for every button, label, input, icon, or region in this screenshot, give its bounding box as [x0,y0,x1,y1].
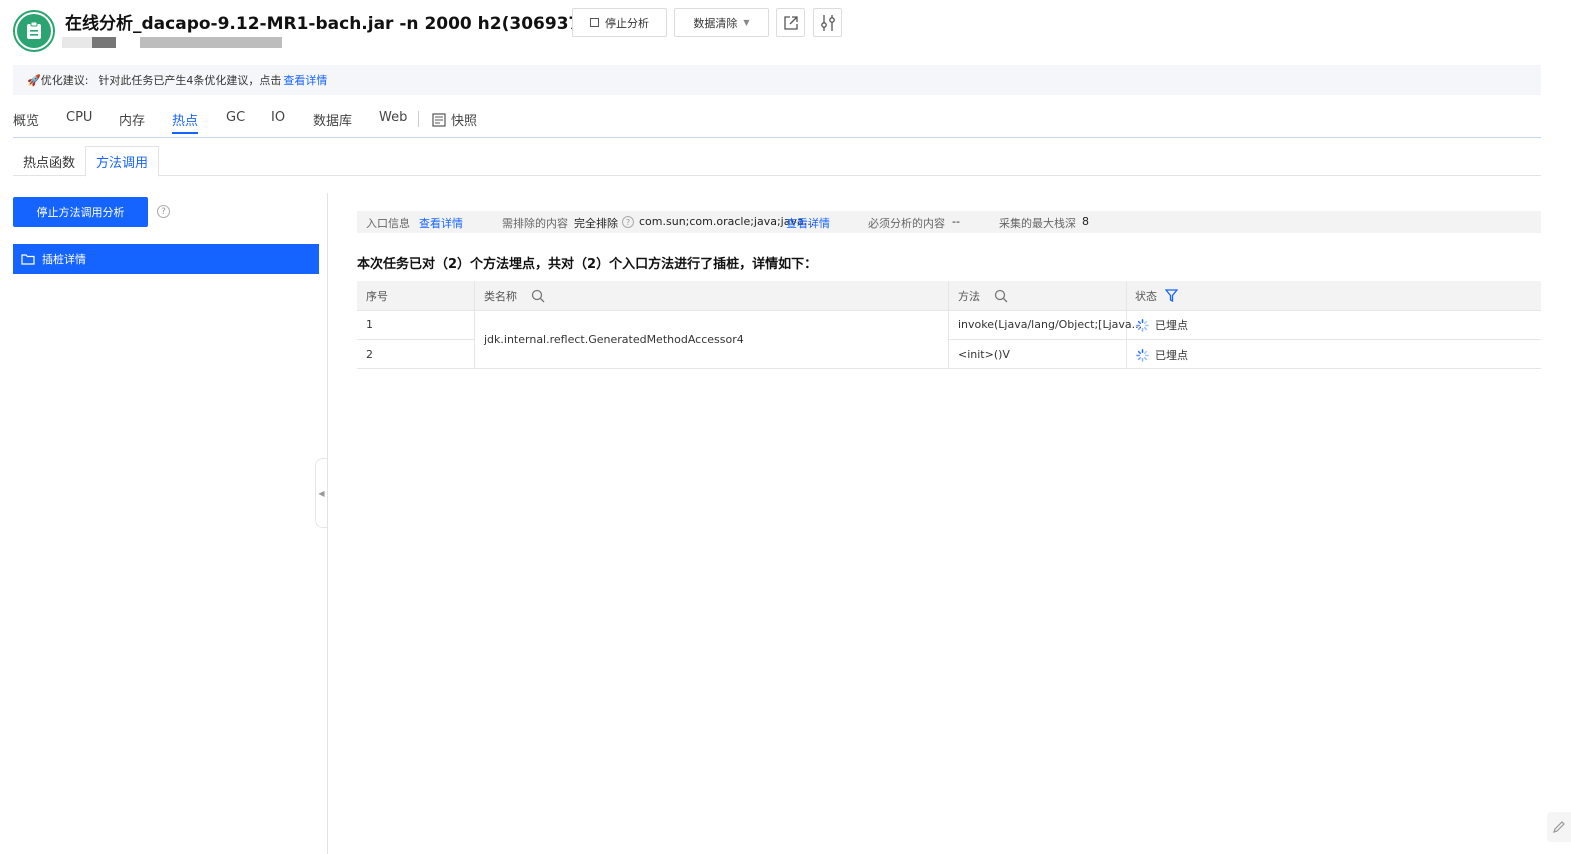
folder-icon [21,254,35,265]
status-cell: 已埋点 [1136,347,1188,363]
edit-icon [1553,821,1565,833]
advice-prefix: 🚀优化建议: [27,74,89,87]
snapshot-icon [432,112,446,127]
tab-snapshot[interactable]: 快照 [432,110,477,129]
sub-tabs: 热点函数 方法调用 [13,146,1541,177]
advice-text: 针对此任务已产生4条优化建议，点击 [98,74,282,87]
instrumentation-details-item[interactable]: 插桩详情 [13,244,319,274]
advice-details-link[interactable]: 查看详情 [283,72,327,88]
loading-spinner-icon [1136,348,1149,362]
optimization-advice-banner: 🚀优化建议: 针对此任务已产生4条优化建议，点击 查看详情 [13,65,1541,95]
table-header: 序号 类名称 方法 状态 [357,281,1541,310]
search-icon[interactable] [994,289,1008,303]
chevron-down-icon: ▼ [743,18,750,27]
settings-sliders-icon [820,14,835,31]
tab-divider [418,111,419,127]
tab-web[interactable]: Web [379,110,407,125]
exclude-mode: 完全排除 [574,217,618,230]
external-link-button[interactable] [776,8,805,37]
column-divider [948,281,949,369]
main-tabs: 概览 CPU 内存 热点 GC IO 数据库 Web 快照 [13,108,1541,138]
header-method: 方法 [958,281,1008,310]
collapse-panel-handle[interactable]: ◀ [315,458,327,528]
method-cell: invoke(Ljava/lang/Object;[Ljava... [958,318,1143,331]
row-divider [357,310,1541,311]
tab-memory[interactable]: 内存 [119,110,145,129]
tab-io[interactable]: IO [271,110,285,125]
status-cell: 已埋点 [1136,317,1188,333]
task-icon [17,14,51,48]
row-divider [948,339,1541,340]
tab-gc[interactable]: GC [226,110,245,125]
class-name-cell: jdk.internal.reflect.GeneratedMethodAcce… [484,333,744,346]
row-divider [357,339,474,340]
entry-info-label: 入口信息 [366,217,410,230]
tab-cpu[interactable]: CPU [66,110,92,125]
tab-database[interactable]: 数据库 [313,110,352,129]
analysis-info-bar: 入口信息 查看详情 需排除的内容 完全排除 ? com.sun;com.orac… [357,211,1541,233]
method-cell: <init>()V [958,348,1010,361]
header-class: 类名称 [484,281,545,310]
page-title: 在线分析_dacapo-9.12-MR1-bach.jar -n 2000 h2… [65,14,600,34]
settings-button[interactable] [813,8,842,37]
search-icon[interactable] [531,289,545,303]
required-label: 必须分析的内容 [868,217,945,230]
stop-method-analysis-button[interactable]: 停止方法调用分析 [13,197,148,227]
redacted-subtitle [92,37,116,48]
exclude-details-link[interactable]: 查看详情 [786,215,830,231]
panel-divider [327,193,328,854]
external-link-icon [783,15,798,30]
tab-overview[interactable]: 概览 [13,110,39,129]
redacted-subtitle [140,37,282,48]
chevron-left-icon: ◀ [318,488,325,498]
clear-data-dropdown[interactable]: 数据清除 ▼ [674,8,769,37]
header-index: 序号 [366,289,388,303]
stop-icon [590,18,599,27]
app-logo [13,10,55,52]
feedback-button[interactable] [1547,812,1571,842]
stack-depth-label: 采集的最大栈深 [999,217,1076,230]
exclude-label: 需排除的内容 [502,217,568,230]
exclude-help-icon[interactable]: ? [622,216,634,228]
loading-spinner-icon [1136,318,1149,332]
stop-analysis-button[interactable]: 停止分析 [572,8,667,37]
tab-hotspot[interactable]: 热点 [172,110,199,134]
column-divider [474,281,475,369]
help-icon[interactable]: ? [157,205,170,218]
subtab-hot-functions[interactable]: 热点函数 [13,146,85,176]
header-status: 状态 [1135,281,1178,310]
row-index: 2 [366,348,373,361]
entry-info-link[interactable]: 查看详情 [419,215,463,231]
redacted-subtitle [62,37,92,48]
filter-icon[interactable] [1165,289,1178,302]
stack-depth-value: 8 [1082,215,1089,228]
required-value: -- [952,215,960,228]
subtab-method-calls[interactable]: 方法调用 [85,146,159,177]
instrumentation-summary: 本次任务已对（2）个方法埋点，共对（2）个入口方法进行了插桩，详情如下： [357,257,818,272]
row-index: 1 [366,318,373,331]
instrumentation-table: 序号 类名称 方法 状态 jdk.internal.reflect.Genera… [357,281,1541,369]
